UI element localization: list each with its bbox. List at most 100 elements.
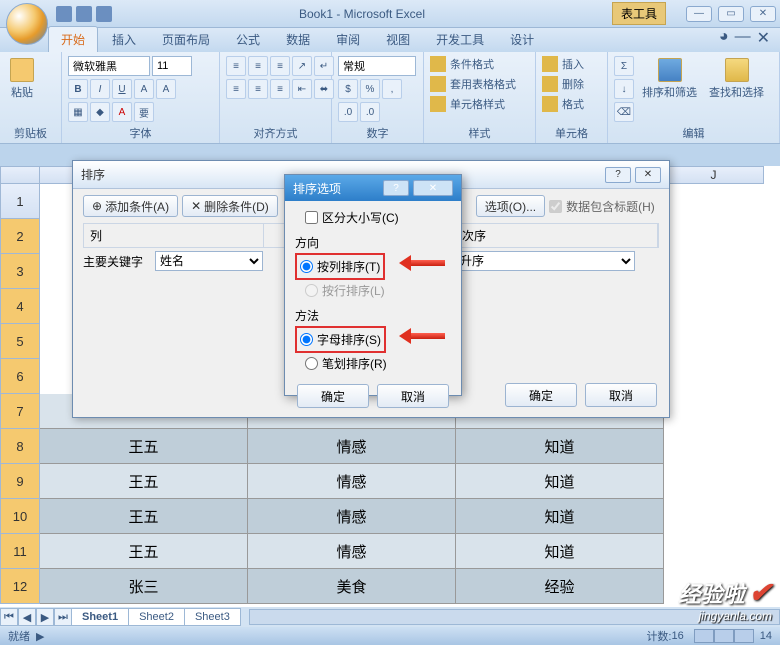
fill-down-button[interactable]: ↓ — [614, 79, 634, 99]
clear-button[interactable]: ⌫ — [614, 102, 634, 122]
row-header[interactable]: 10 — [0, 499, 40, 534]
sort-column-select[interactable]: 姓名 — [155, 251, 263, 271]
ribbon-help[interactable]: ◕ — ✕ — [709, 24, 780, 52]
add-level-button[interactable]: ⊕添加条件(A) — [83, 195, 178, 217]
tab-data[interactable]: 数据 — [274, 27, 322, 52]
align-middle-button[interactable]: ≡ — [248, 56, 268, 76]
sheet-tab[interactable]: Sheet2 — [128, 608, 185, 626]
bold-button[interactable]: B — [68, 79, 88, 99]
format-cells-button[interactable]: 格式 — [542, 96, 584, 112]
table-format-button[interactable]: 套用表格格式 — [430, 76, 516, 92]
font-name-combo[interactable]: 微软雅黑 — [68, 56, 150, 76]
fill-color-button[interactable]: ◆ — [90, 102, 110, 122]
dialog-close-button[interactable]: ✕ — [413, 180, 453, 196]
options-cancel-button[interactable]: 取消 — [377, 384, 449, 408]
sheet-nav-prev[interactable]: ◀ — [18, 608, 36, 626]
grow-font-button[interactable]: A — [134, 79, 154, 99]
align-bottom-button[interactable]: ≡ — [270, 56, 290, 76]
sort-ok-button[interactable]: 确定 — [505, 383, 577, 407]
row-header[interactable]: 6 — [0, 359, 40, 394]
qat-save-icon[interactable] — [56, 6, 72, 22]
percent-button[interactable]: % — [360, 79, 380, 99]
row-header[interactable]: 4 — [0, 289, 40, 324]
delete-cells-button[interactable]: 删除 — [542, 76, 584, 92]
sort-by-column-radio[interactable]: 按列排序(T) — [300, 256, 380, 277]
tab-view[interactable]: 视图 — [374, 27, 422, 52]
border-button[interactable]: ▦ — [68, 102, 88, 122]
row-header[interactable]: 12 — [0, 569, 40, 604]
row-header[interactable]: 5 — [0, 324, 40, 359]
row-header[interactable]: 7 — [0, 394, 40, 429]
has-header-checkbox[interactable]: 数据包含标题(H) — [549, 198, 655, 215]
dialog-close-button[interactable]: ✕ — [635, 167, 661, 183]
sort-cancel-button[interactable]: 取消 — [585, 383, 657, 407]
orientation-button[interactable]: ↗ — [292, 56, 312, 76]
align-top-button[interactable]: ≡ — [226, 56, 246, 76]
case-sensitive-checkbox[interactable]: 区分大小写(C) — [295, 207, 451, 228]
conditional-format-button[interactable]: 条件格式 — [430, 56, 494, 72]
col-header-j[interactable]: J — [664, 166, 764, 184]
align-center-button[interactable]: ≡ — [248, 79, 268, 99]
sort-order-select[interactable]: 升序 — [455, 251, 635, 271]
close-button[interactable]: ✕ — [750, 6, 776, 22]
sort-by-row-radio[interactable]: 按行排序(L) — [295, 280, 451, 301]
inc-decimal-button[interactable]: .0 — [338, 102, 358, 122]
row-header[interactable]: 1 — [0, 184, 40, 219]
cell-styles-button[interactable]: 单元格样式 — [430, 96, 505, 112]
tab-home[interactable]: 开始 — [48, 26, 98, 52]
italic-button[interactable]: I — [90, 79, 110, 99]
help-icon[interactable]: ◕ — [719, 28, 729, 48]
view-layout-button[interactable] — [714, 629, 734, 643]
number-format-combo[interactable]: 常规 — [338, 56, 416, 76]
tab-page-layout[interactable]: 页面布局 — [150, 27, 222, 52]
align-left-button[interactable]: ≡ — [226, 79, 246, 99]
sort-filter-button[interactable]: 排序和筛选 — [638, 56, 701, 102]
dialog-help-button[interactable]: ? — [605, 167, 631, 183]
view-break-button[interactable] — [734, 629, 754, 643]
indent-dec-button[interactable]: ⇤ — [292, 79, 312, 99]
office-button[interactable] — [6, 3, 48, 45]
autosum-button[interactable]: Σ — [614, 56, 634, 76]
dec-decimal-button[interactable]: .0 — [360, 102, 380, 122]
comma-button[interactable]: , — [382, 79, 402, 99]
wrap-button[interactable]: ↵ — [314, 56, 334, 76]
merge-button[interactable]: ⬌ — [314, 79, 334, 99]
phonetic-button[interactable]: 要 — [134, 102, 154, 122]
row-header[interactable]: 9 — [0, 464, 40, 499]
maximize-button[interactable]: ▭ — [718, 6, 744, 22]
currency-button[interactable]: $ — [338, 79, 358, 99]
find-select-button[interactable]: 查找和选择 — [705, 56, 768, 102]
pinyin-sort-radio[interactable]: 字母排序(S) — [300, 329, 381, 350]
sheet-tab[interactable]: Sheet1 — [71, 608, 129, 626]
stroke-sort-radio[interactable]: 笔划排序(R) — [295, 353, 451, 374]
status-macro-icon[interactable]: ▶ — [36, 630, 44, 643]
tab-design[interactable]: 设计 — [498, 27, 546, 52]
qat-undo-icon[interactable] — [76, 6, 92, 22]
minimize-button[interactable]: — — [686, 6, 712, 22]
row-header[interactable]: 11 — [0, 534, 40, 569]
font-size-combo[interactable]: 11 — [152, 56, 192, 76]
shrink-font-button[interactable]: A — [156, 79, 176, 99]
tab-review[interactable]: 审阅 — [324, 27, 372, 52]
paste-button[interactable]: 粘贴 — [6, 56, 38, 102]
align-right-button[interactable]: ≡ — [270, 79, 290, 99]
dialog-help-button[interactable]: ? — [383, 180, 409, 196]
delete-level-button[interactable]: ✕删除条件(D) — [182, 195, 278, 217]
view-normal-button[interactable] — [694, 629, 714, 643]
insert-cells-button[interactable]: 插入 — [542, 56, 584, 72]
sort-options-title-bar[interactable]: 排序选项 ? ✕ — [285, 175, 461, 201]
sheet-tab[interactable]: Sheet3 — [184, 608, 241, 626]
sort-options-button[interactable]: 选项(O)... — [476, 195, 545, 217]
tab-developer[interactable]: 开发工具 — [424, 27, 496, 52]
tab-insert[interactable]: 插入 — [100, 27, 148, 52]
sheet-nav-last[interactable]: ⏭ — [54, 608, 72, 626]
options-ok-button[interactable]: 确定 — [297, 384, 369, 408]
tab-formulas[interactable]: 公式 — [224, 27, 272, 52]
mdi-close-icon[interactable]: ✕ — [757, 28, 770, 48]
underline-button[interactable]: U — [112, 79, 132, 99]
mdi-min-icon[interactable]: — — [735, 28, 751, 48]
row-header[interactable]: 3 — [0, 254, 40, 289]
row-header[interactable]: 8 — [0, 429, 40, 464]
font-color-button[interactable]: A — [112, 102, 132, 122]
sheet-nav-next[interactable]: ▶ — [36, 608, 54, 626]
